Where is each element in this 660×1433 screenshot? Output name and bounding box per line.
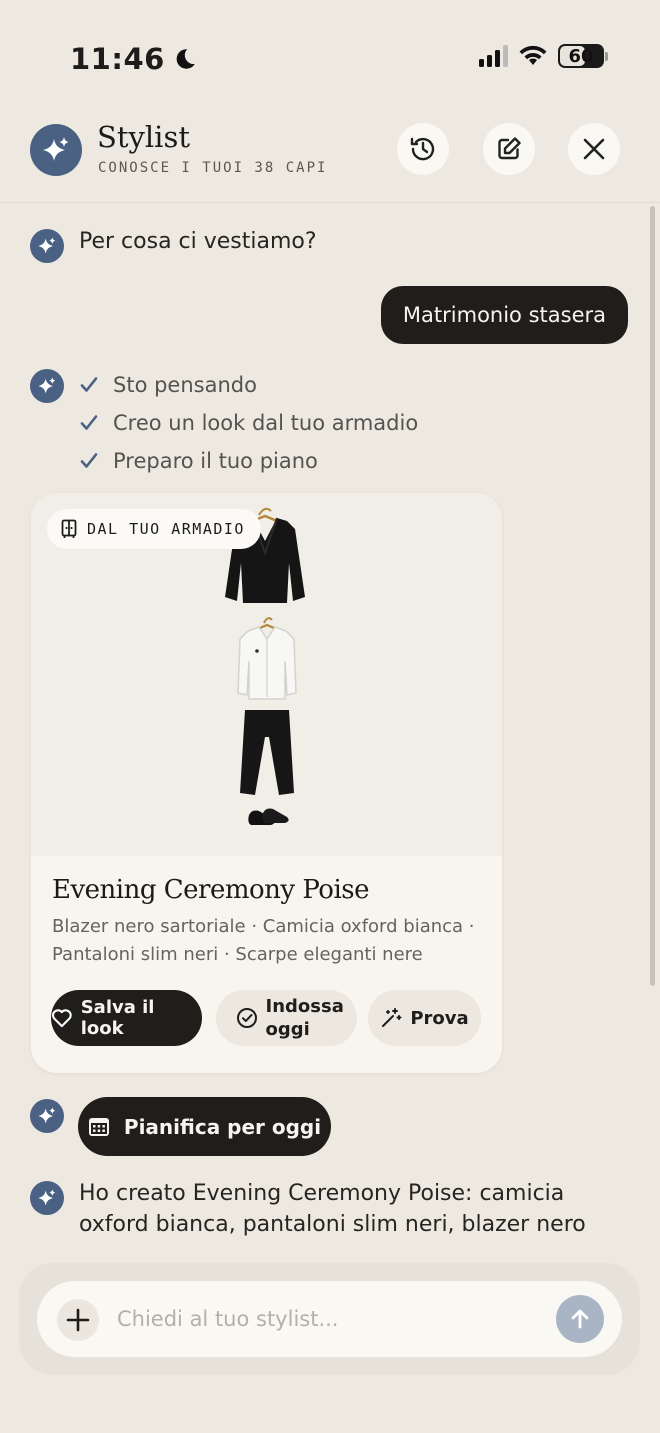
wear-today-button[interactable]: Indossa oggi <box>216 990 357 1046</box>
check-icon <box>80 377 98 392</box>
step-item: Sto pensando <box>79 366 418 404</box>
sparkle-logo-icon <box>30 124 82 176</box>
look-card[interactable]: DAL TUO ARMADIO Evening Ceremony Poise B… <box>31 493 502 1073</box>
sparkle-icon <box>38 377 56 394</box>
composer <box>37 1281 622 1357</box>
sparkle-icon <box>38 1189 56 1206</box>
close-icon <box>583 138 605 160</box>
battery-icon: 60 <box>558 44 608 68</box>
look-description: Blazer nero sartoriale · Camicia oxford … <box>52 916 475 965</box>
wardrobe-icon <box>61 519 77 538</box>
history-icon <box>410 137 435 161</box>
user-message: Matrimonio stasera <box>380 286 628 344</box>
assistant-message-greeting: Per cosa ci vestiamo? <box>79 229 317 254</box>
step-item: Creo un look dal tuo armadio <box>79 404 418 442</box>
heart-icon <box>52 1009 72 1028</box>
calendar-icon <box>88 1117 109 1136</box>
wardrobe-badge: DAL TUO ARMADIO <box>47 509 261 549</box>
step-item: Preparo il tuo piano <box>79 442 418 480</box>
history-button[interactable] <box>397 123 449 175</box>
check-icon <box>80 415 98 430</box>
assistant-avatar <box>30 1181 64 1215</box>
sparkle-icon <box>38 1107 56 1124</box>
status-time: 11:46 <box>70 42 197 76</box>
page-title: Stylist <box>97 120 190 154</box>
signal-icon <box>479 45 508 67</box>
sparkle-icon <box>38 237 56 254</box>
check-circle-icon <box>236 1008 257 1028</box>
new-chat-button[interactable] <box>483 123 535 175</box>
plan-today-button[interactable]: Pianifica per oggi <box>78 1097 331 1156</box>
plus-icon <box>66 1308 90 1332</box>
chat-header: Stylist CONOSCE I TUOI 38 CAPI <box>0 115 660 203</box>
add-attachment-button[interactable] <box>57 1299 99 1341</box>
arrow-up-icon <box>571 1309 589 1329</box>
moon-icon <box>176 49 195 69</box>
send-button[interactable] <box>556 1295 604 1343</box>
try-on-button[interactable]: Prova <box>368 990 481 1046</box>
progress-steps: Sto pensando Creo un look dal tuo armadi… <box>79 366 418 480</box>
wifi-icon <box>519 45 547 65</box>
page-subtitle: CONOSCE I TUOI 38 CAPI <box>98 160 328 176</box>
check-icon <box>80 453 98 468</box>
assistant-message-summary: Ho creato Evening Ceremony Poise: camici… <box>79 1181 586 1237</box>
assistant-avatar <box>30 1099 64 1133</box>
assistant-avatar <box>30 229 64 263</box>
status-bar: 11:46 60 <box>0 0 660 110</box>
message-input[interactable] <box>117 1297 537 1341</box>
look-title: Evening Ceremony Poise <box>52 875 370 905</box>
compose-icon <box>498 137 521 160</box>
scrollbar[interactable] <box>650 206 655 986</box>
assistant-avatar <box>30 369 64 403</box>
magic-wand-icon <box>382 1008 402 1027</box>
save-look-button[interactable]: Salva il look <box>51 990 202 1046</box>
close-button[interactable] <box>568 123 620 175</box>
composer-container <box>19 1263 640 1375</box>
